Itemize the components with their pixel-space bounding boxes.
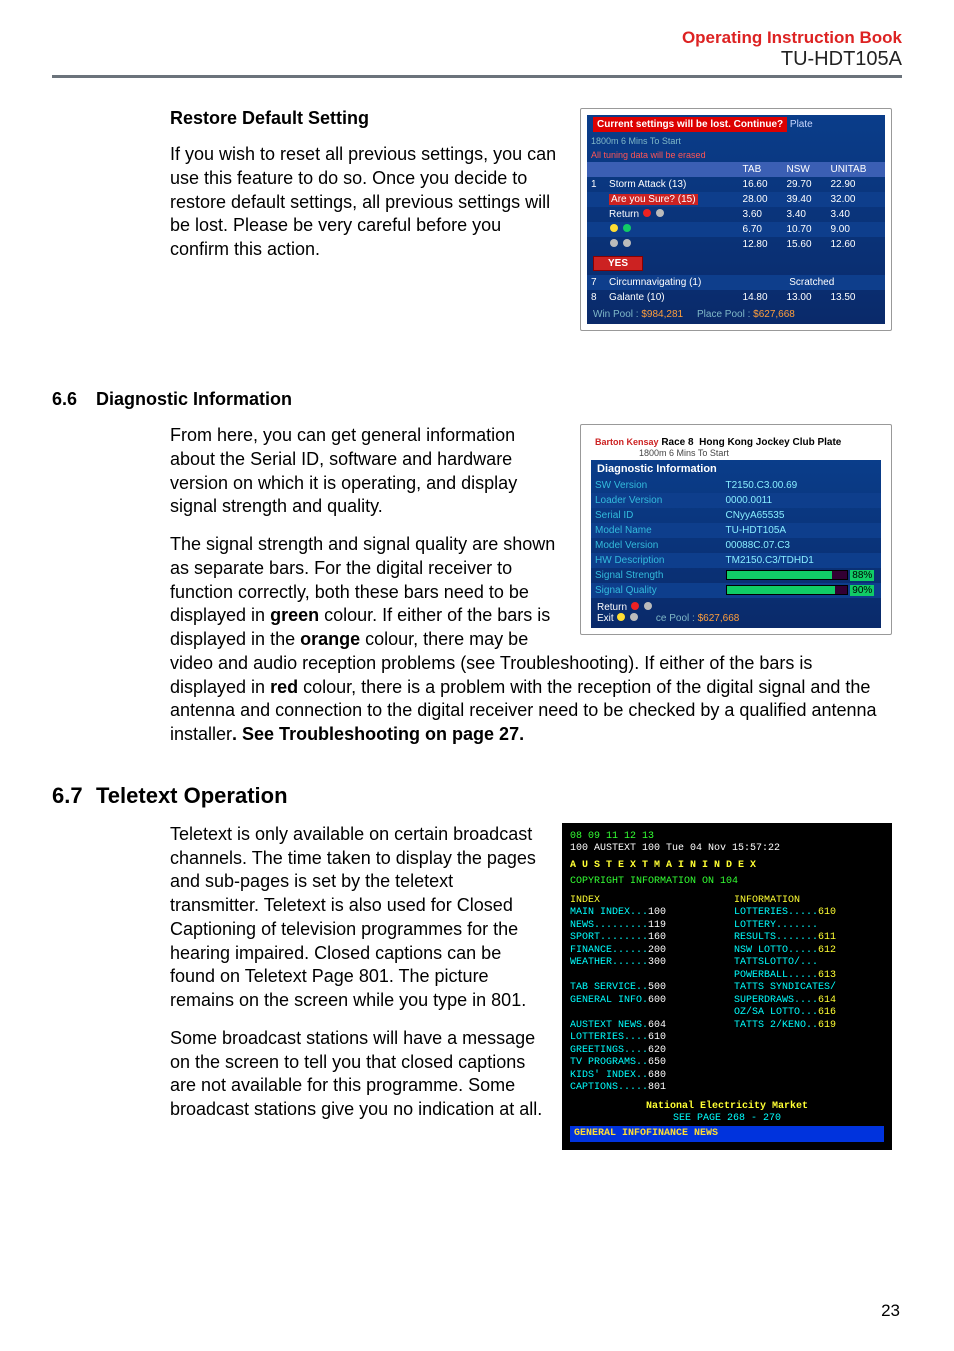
table-row: 12.8015.6012.60 xyxy=(587,237,885,252)
teletext-row: TATTS 2/KENO..619 xyxy=(734,1020,884,1033)
teletext-footer1: National Electricity Market xyxy=(570,1101,884,1114)
teletext-row: NEWS.........119 xyxy=(570,920,720,933)
teletext-row xyxy=(570,1007,720,1020)
placepool-value: $627,668 xyxy=(753,309,795,320)
teletext-line1: 100 AUSTEXT 100 Tue 04 Nov 15:57:22 xyxy=(570,843,884,856)
book-title: Operating Instruction Book xyxy=(52,28,902,48)
teletext-row: LOTTERIES....610 xyxy=(570,1032,720,1045)
table-row: HW DescriptionTM2150.C3/TDHD1 xyxy=(591,553,881,568)
teletext-row: NSW LOTTO.....612 xyxy=(734,945,884,958)
table-row: Model Version00088C.07.C3 xyxy=(591,538,881,553)
race-title: Hong Kong Jockey Club Plate xyxy=(699,437,841,448)
model-number: TU-HDT105A xyxy=(52,48,902,71)
grey-dot-icon xyxy=(656,209,664,217)
table-row: SW VersionT2150.C3.00.69 xyxy=(591,478,881,493)
section-6-7-heading: 6.7Teletext Operation xyxy=(52,783,902,809)
grey-dot-icon xyxy=(623,239,631,247)
yellow-dot-icon xyxy=(617,613,625,621)
signal-quality-value: 90% xyxy=(850,585,874,596)
teletext-copyright: COPYRIGHT INFORMATION ON 104 xyxy=(570,876,884,889)
dialog-banner: Current settings will be lost. Continue? xyxy=(593,117,787,132)
teletext-title: A U S T E X T M A I N I N D E X xyxy=(570,856,884,877)
header-divider xyxy=(52,75,902,78)
section-6-6-heading: 6.6Diagnostic Information xyxy=(52,389,902,410)
teletext-row: TV PROGRAMS..650 xyxy=(570,1057,720,1070)
green-dot-icon xyxy=(623,224,631,232)
yes-button[interactable]: YES xyxy=(593,256,643,271)
exit-label: Exit xyxy=(597,613,614,624)
teletext-row: POWERBALL.....613 xyxy=(734,970,884,983)
screenshot-diagnostic: Barton Kensay Race 8 Hong Kong Jockey Cl… xyxy=(580,424,892,635)
teletext-row: WEATHER......300 xyxy=(570,957,720,970)
page-number: 23 xyxy=(881,1301,900,1321)
red-dot-icon xyxy=(643,209,651,217)
plate-label: Plate xyxy=(790,119,813,130)
erase-note: All tuning data will be erased xyxy=(587,148,885,162)
grey-dot-icon xyxy=(610,239,618,247)
winpool-value: $984,281 xyxy=(641,309,683,320)
teletext-row: TAB SERVICE..500 xyxy=(570,982,720,995)
yellow-dot-icon xyxy=(610,224,618,232)
grey-dot-icon xyxy=(630,613,638,621)
teletext-row: LOTTERY....... xyxy=(734,920,884,933)
page-header: Operating Instruction Book TU-HDT105A xyxy=(52,28,902,71)
teletext-row: AUSTEXT NEWS.604 xyxy=(570,1020,720,1033)
winpool-label: Win Pool : xyxy=(593,309,639,320)
table-row: Signal Strength 88% xyxy=(591,568,881,583)
table-row: Are you Sure? (15) 28.0039.4032.00 xyxy=(587,192,885,207)
teletext-left-header: INDEX xyxy=(570,895,720,908)
placepool-value: $627,668 xyxy=(698,613,740,624)
teletext-row: FINANCE......200 xyxy=(570,945,720,958)
teletext-footer2: SEE PAGE 268 - 270 xyxy=(570,1113,884,1126)
teletext-row: TATTS SYNDICATES/ xyxy=(734,982,884,995)
table-row: Model NameTU-HDT105A xyxy=(591,523,881,538)
teletext-right-header: INFORMATION xyxy=(734,895,884,908)
race-subtitle: 1800m 6 Mins To Start xyxy=(595,448,877,458)
teletext-row: TATTSLOTTO/... xyxy=(734,957,884,970)
teletext-bottom-bar: GENERAL INFOFINANCE NEWS xyxy=(570,1126,884,1143)
table-row: 8Galante (10) 14.8013.0013.50 xyxy=(587,290,885,305)
grey-dot-icon xyxy=(644,602,652,610)
table-row: 7Circumnavigating (1) Scratched xyxy=(587,275,885,290)
teletext-row: OZ/SA LOTTO...616 xyxy=(734,1007,884,1020)
teletext-row: GREETINGS....620 xyxy=(570,1045,720,1058)
red-dot-icon xyxy=(631,602,639,610)
teletext-row xyxy=(570,970,720,983)
teletext-row: MAIN INDEX...100 xyxy=(570,907,720,920)
table-row: Loader Version0000.0011 xyxy=(591,493,881,508)
screenshot-teletext: 08 09 11 12 13 100 AUSTEXT 100 Tue 04 No… xyxy=(562,823,892,1151)
diag-table: SW VersionT2150.C3.00.69 Loader Version0… xyxy=(591,478,881,598)
teletext-topnums: 08 09 11 12 13 xyxy=(570,831,884,844)
table-row: 6.7010.709.00 xyxy=(587,222,885,237)
race-subline: 1800m 6 Mins To Start xyxy=(587,134,885,148)
table-row: Return 3.603.403.40 xyxy=(587,207,885,222)
teletext-row: GENERAL INFO.600 xyxy=(570,995,720,1008)
table-row: YES xyxy=(587,252,885,275)
teletext-row: SUPERDRAWS....614 xyxy=(734,995,884,1008)
return-label: Return xyxy=(597,602,627,613)
teletext-row: LOTTERIES.....610 xyxy=(734,907,884,920)
table-row: Signal Quality 90% xyxy=(591,583,881,598)
diag-header: Diagnostic Information xyxy=(591,460,881,478)
table-row: 1Storm Attack (13) 16.6029.7022.90 xyxy=(587,177,885,192)
table-row: Serial IDCNyyA65535 xyxy=(591,508,881,523)
odds-table: TABNSWUNITAB 1Storm Attack (13) 16.6029.… xyxy=(587,162,885,305)
screenshot-restore-default: Current settings will be lost. Continue?… xyxy=(580,108,892,331)
signal-strength-value: 88% xyxy=(850,570,874,581)
teletext-row: SPORT........160 xyxy=(570,932,720,945)
race-number: Race 8 xyxy=(661,437,693,448)
placepool-label: Place Pool : xyxy=(697,309,750,320)
teletext-row: CAPTIONS.....801 xyxy=(570,1082,720,1095)
teletext-row: KIDS' INDEX..680 xyxy=(570,1070,720,1083)
placepool-label: ce Pool : xyxy=(656,613,695,624)
teletext-row: RESULTS.......611 xyxy=(734,932,884,945)
return-label: Return xyxy=(609,209,639,220)
